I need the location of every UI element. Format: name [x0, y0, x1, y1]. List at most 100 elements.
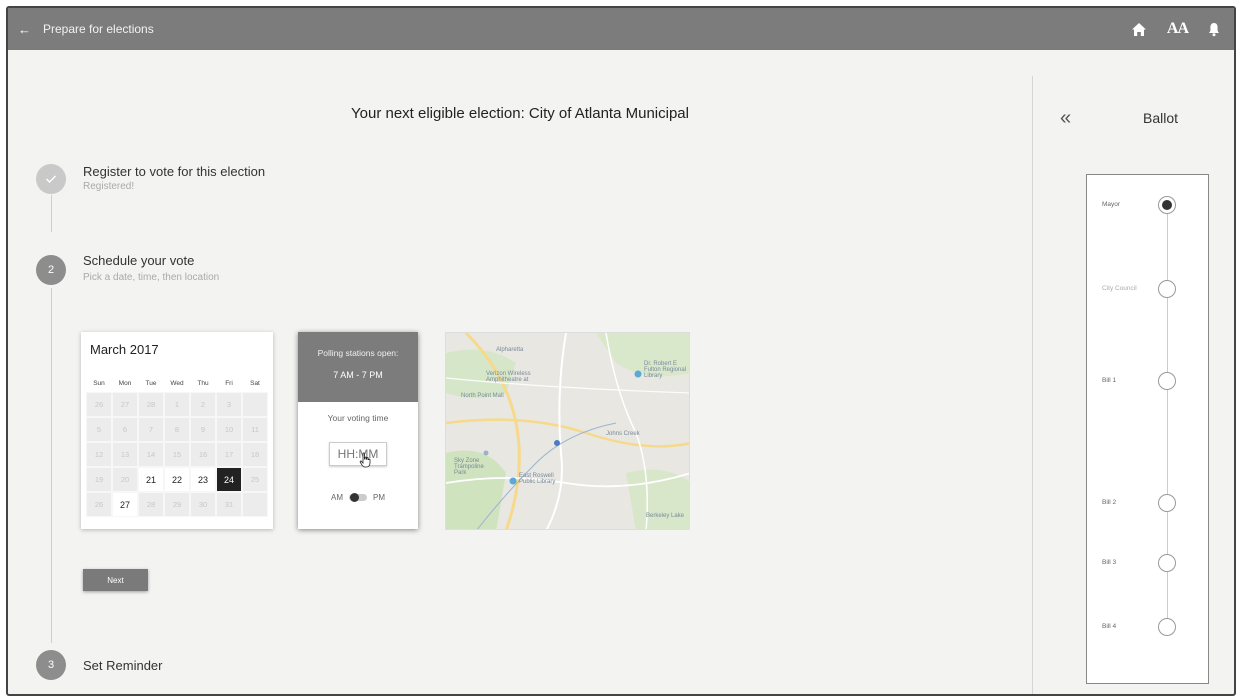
double-chevron-left-icon[interactable]: « — [1060, 108, 1071, 128]
calendar-day: 14 — [138, 442, 164, 467]
weekday-label: Mon — [118, 380, 132, 387]
calendar-day[interactable]: 21 — [138, 467, 164, 492]
calendar-day: 1 — [164, 392, 190, 417]
ballot-item-label: Mayor — [1102, 201, 1121, 208]
ballot-item-label: Bill 1 — [1102, 377, 1117, 384]
calendar-day: 5 — [86, 417, 112, 442]
calendar-day: 18 — [242, 442, 268, 467]
app-window: ← Prepare for elections AA Your next eli… — [6, 6, 1236, 696]
ballot-title: Ballot — [1143, 110, 1179, 126]
am-label: AM — [331, 493, 343, 502]
am-pm-switch: AM PM — [298, 493, 418, 502]
map-label: Johns Creek — [606, 431, 640, 437]
map-label: Alpharetta — [496, 347, 524, 353]
polling-hours-header: Polling stations open: 7 AM - 7 PM — [298, 332, 418, 402]
calendar-day: 30 — [190, 492, 216, 517]
calendar-day: 9 — [190, 417, 216, 442]
ballot-radio[interactable] — [1158, 372, 1176, 390]
top-bar: ← Prepare for elections AA — [8, 8, 1234, 50]
page-title: Prepare for elections — [43, 22, 154, 36]
election-title: Your next eligible election: City of Atl… — [351, 105, 689, 122]
ballot-item-city-council[interactable]: City Council — [1087, 279, 1208, 301]
weekday-label: Thu — [197, 380, 209, 387]
ballot-radio[interactable] — [1158, 554, 1176, 572]
calendar-day: 7 — [138, 417, 164, 442]
step-1-check-icon — [36, 164, 66, 194]
ballot-item-bill-4[interactable]: Bill 4 — [1087, 617, 1208, 639]
date-picker: March 2017 Sun Mon Tue Wed Thu Fri Sat 26 27 28 1… — [81, 332, 273, 529]
am-pm-toggle[interactable] — [349, 493, 367, 502]
main-panel: Your next eligible election: City of Atl… — [8, 50, 1032, 694]
ballot-radio[interactable] — [1158, 618, 1176, 636]
step-connector — [51, 288, 52, 643]
map-label: Verizon Wireless Amphitheatre at — [486, 371, 531, 383]
map-label: Berkeley Lake — [646, 513, 685, 519]
calendar-weekdays: Sun Mon Tue Wed Thu Fri Sat — [86, 380, 268, 387]
polling-hours-value: 7 AM - 7 PM — [333, 370, 383, 380]
calendar-day: 19 — [86, 467, 112, 492]
map-label: North Point Mall — [461, 393, 504, 399]
ballot-progress: Mayor City Council Bill 1 Bill 2 Bill 3 … — [1086, 174, 1209, 684]
ballot-radio-selected[interactable] — [1158, 196, 1176, 214]
calendar-day[interactable]: 27 — [112, 492, 138, 517]
ballot-item-bill-2[interactable]: Bill 2 — [1087, 493, 1208, 515]
ballot-radio[interactable] — [1158, 280, 1176, 298]
ballot-item-label: Bill 2 — [1102, 499, 1117, 506]
calendar-day: 25 — [242, 467, 268, 492]
next-button[interactable]: Next — [83, 569, 148, 591]
left-arrow-icon[interactable]: ← — [18, 22, 31, 37]
pm-label: PM — [373, 493, 385, 502]
step-2-number: 2 — [36, 255, 66, 285]
weekday-label: Tue — [145, 380, 157, 387]
weekday-label: Fri — [225, 380, 233, 387]
top-icons: AA — [1131, 8, 1220, 50]
step-2-title: Schedule your vote — [83, 253, 195, 268]
polling-hours-label: Polling stations open: — [317, 348, 399, 358]
hand-cursor-icon — [359, 452, 371, 468]
voting-time-input[interactable] — [329, 442, 387, 466]
ballot-radio[interactable] — [1158, 494, 1176, 512]
step-1-subtitle: Registered! — [83, 181, 135, 192]
calendar-empty-cell — [242, 492, 268, 517]
calendar-day: 29 — [164, 492, 190, 517]
polling-location-map[interactable]: Alpharetta Verizon Wireless Amphitheatre… — [445, 332, 690, 530]
bell-icon[interactable] — [1208, 22, 1220, 37]
text-size-icon[interactable]: AA — [1167, 20, 1189, 38]
calendar-day: 10 — [216, 417, 242, 442]
calendar-day: 26 — [86, 392, 112, 417]
calendar-day: 2 — [190, 392, 216, 417]
ballot-item-label: City Council — [1102, 285, 1137, 292]
home-icon[interactable] — [1131, 22, 1147, 37]
calendar-day[interactable]: 22 — [164, 467, 190, 492]
step-connector — [51, 195, 52, 232]
calendar-day: 12 — [86, 442, 112, 467]
calendar-day: 13 — [112, 442, 138, 467]
calendar-day: 11 — [242, 417, 268, 442]
map-label: Sky Zone Trampoline Park — [454, 458, 484, 476]
ballot-item-bill-3[interactable]: Bill 3 — [1087, 553, 1208, 575]
calendar-day: 17 — [216, 442, 242, 467]
step-1-title: Register to vote for this election — [83, 164, 266, 179]
ballot-panel: « Ballot Mayor City Council Bill 1 Bill … — [1033, 50, 1234, 694]
calendar-day: 15 — [164, 442, 190, 467]
map-label: East Roswell Public Library — [519, 473, 556, 485]
calendar-month: March 2017 — [90, 342, 159, 357]
calendar-day[interactable]: 24 — [216, 467, 242, 492]
ballot-item-bill-1[interactable]: Bill 1 — [1087, 371, 1208, 393]
map-label: Dr. Robert E Fulton Regional Library — [644, 361, 687, 379]
step-3-title[interactable]: Set Reminder — [83, 658, 162, 673]
step-2-subtitle: Pick a date, time, then location — [83, 272, 220, 283]
ballot-item-mayor[interactable]: Mayor — [1087, 195, 1208, 217]
step-3-number: 3 — [36, 650, 66, 680]
calendar-day: 16 — [190, 442, 216, 467]
calendar-day: 3 — [216, 392, 242, 417]
calendar-day[interactable]: 23 — [190, 467, 216, 492]
calendar-empty-cell — [242, 392, 268, 417]
calendar-day: 8 — [164, 417, 190, 442]
calendar-day: 6 — [112, 417, 138, 442]
calendar-day: 28 — [138, 392, 164, 417]
weekday-label: Sun — [93, 380, 105, 387]
calendar-day: 28 — [138, 492, 164, 517]
calendar-day: 31 — [216, 492, 242, 517]
ballot-item-label: Bill 4 — [1102, 623, 1117, 630]
